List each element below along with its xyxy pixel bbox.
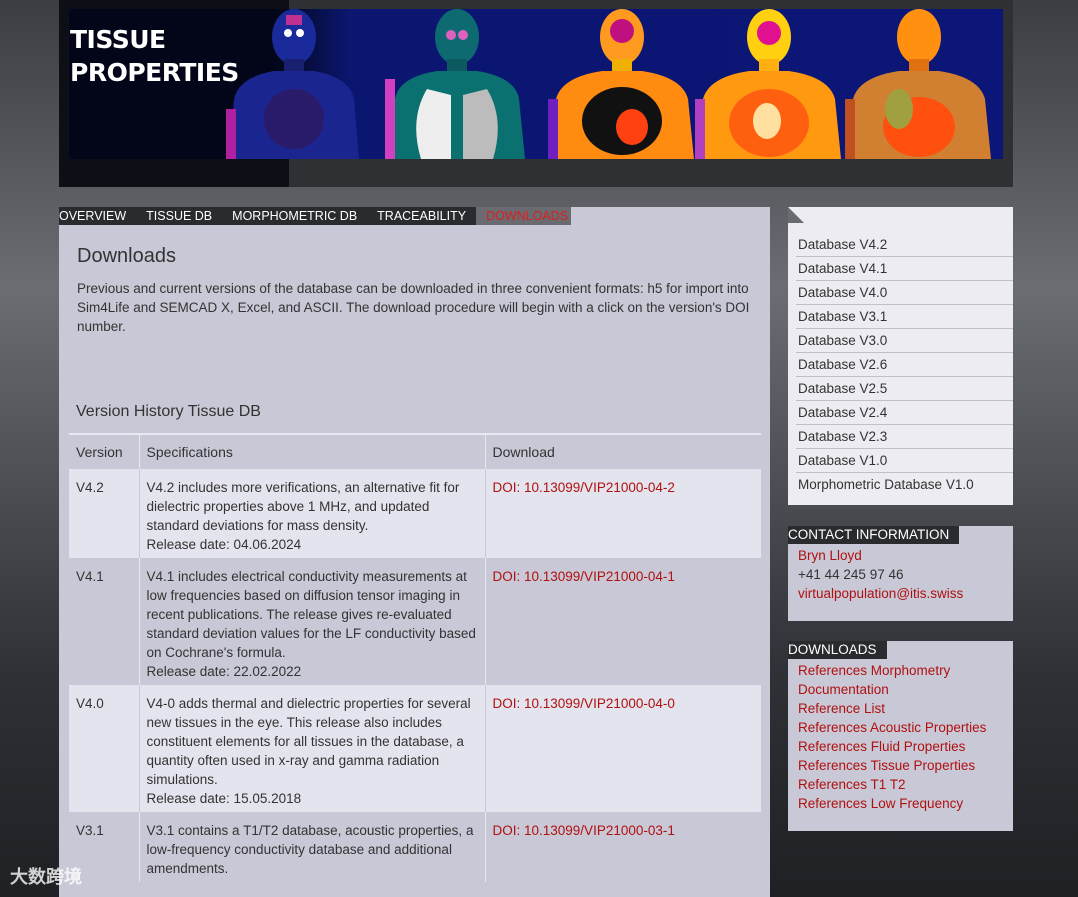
site-header: TISSUE PROPERTIES [59,0,1013,187]
contact-information-box: CONTACT INFORMATION Bryn Lloyd +41 44 24… [788,526,1013,621]
doi-link[interactable]: DOI: 10.13099/VIP21000-04-2 [493,480,675,495]
sidebar-item-database-v4-2[interactable]: Database V4.2 [796,233,1013,257]
spec-cell: V4.1 includes electrical conductivity me… [139,558,486,685]
column-header-version: Version [69,435,140,469]
spec-cell: V4-0 adds thermal and dielectric propert… [139,685,486,812]
contact-email-link[interactable]: virtualpopulation@itis.swiss [798,584,1003,603]
downloads-title: DOWNLOADS [788,641,887,659]
section-title: Version History Tissue DB [76,403,261,420]
table-row: V3.1 V3.1 contains a T1/T2 database, aco… [69,812,761,882]
table-row: V4.1 V4.1 includes electrical conductivi… [69,558,761,685]
download-link[interactable]: Documentation [798,680,1003,699]
doi-link[interactable]: DOI: 10.13099/VIP21000-03-1 [493,823,675,838]
page-title: Downloads [77,245,176,267]
download-link[interactable]: References T1 T2 [798,775,1003,794]
contact-name-link[interactable]: Bryn Lloyd [798,546,1003,565]
release-date: Release date: 22.02.2022 [146,664,302,679]
contact-phone: +41 44 245 97 46 [798,567,904,582]
download-link[interactable]: References Tissue Properties [798,756,1003,775]
download-link[interactable]: References Morphometry [798,661,1003,680]
table-row: V4.0 V4-0 adds thermal and dielectric pr… [69,685,761,812]
doi-link[interactable]: DOI: 10.13099/VIP21000-04-0 [493,696,675,711]
sidebar-item-database-v2-6[interactable]: Database V2.6 [796,353,1013,377]
header-banner-image: TISSUE PROPERTIES [69,9,1003,159]
nav-morphometric-db[interactable]: MORPHOMETRIC DB [222,207,367,225]
sidebar-item-morphometric-database-v1-0[interactable]: Morphometric Database V1.0 [796,473,1013,496]
nav-downloads[interactable]: DOWNLOADS [476,207,579,225]
watermark-text: 大数跨境 [10,867,82,887]
sidebar-item-database-v4-1[interactable]: Database V4.1 [796,257,1013,281]
contact-title: CONTACT INFORMATION [788,526,960,544]
downloads-box: DOWNLOADS References Morphometry Documen… [788,641,1013,831]
version-cell: V4.0 [69,685,140,812]
nav-traceability[interactable]: TRACEABILITY [367,207,476,225]
database-version-menu: Database V4.2 Database V4.1 Database V4.… [788,207,1013,505]
column-header-download: Download [485,435,761,469]
sidebar-item-database-v3-0[interactable]: Database V3.0 [796,329,1013,353]
download-link[interactable]: References Acoustic Properties [798,718,1003,737]
table-row: V4.2 V4.2 includes more verifications, a… [69,469,761,558]
site-title[interactable]: TISSUE PROPERTIES [70,23,239,89]
nav-overview[interactable]: OVERVIEW [59,207,136,225]
download-link[interactable]: References Fluid Properties [798,737,1003,756]
sidebar-item-database-v2-5[interactable]: Database V2.5 [796,377,1013,401]
sidebar-item-database-v1-0[interactable]: Database V1.0 [796,449,1013,473]
nav-tissue-db[interactable]: TISSUE DB [136,207,222,225]
table-header-row: Version Specifications Download [69,435,761,469]
download-link[interactable]: Reference List [798,699,1003,718]
spec-cell: V4.2 includes more verifications, an alt… [139,469,486,558]
intro-text: Previous and current versions of the dat… [77,281,750,334]
release-date: Release date: 04.06.2024 [146,537,302,552]
sidebar-item-database-v3-1[interactable]: Database V3.1 [796,305,1013,329]
main-nav: OVERVIEW TISSUE DB MORPHOMETRIC DB TRACE… [59,207,579,225]
version-history-table: Version Specifications Download V4.2 V4.… [69,433,761,882]
column-header-specifications: Specifications [139,435,486,469]
version-cell: V4.2 [69,469,140,558]
download-link[interactable]: References Low Frequency [798,794,1003,813]
sidebar-item-database-v2-4[interactable]: Database V2.4 [796,401,1013,425]
doi-link[interactable]: DOI: 10.13099/VIP21000-04-1 [493,569,675,584]
version-cell: V4.1 [69,558,140,685]
sidebar-item-database-v4-0[interactable]: Database V4.0 [796,281,1013,305]
main-content: Downloads Previous and current versions … [59,225,770,897]
sidebar-item-database-v2-3[interactable]: Database V2.3 [796,425,1013,449]
spec-cell: V3.1 contains a T1/T2 database, acoustic… [139,812,486,882]
release-date: Release date: 15.05.2018 [146,791,302,806]
